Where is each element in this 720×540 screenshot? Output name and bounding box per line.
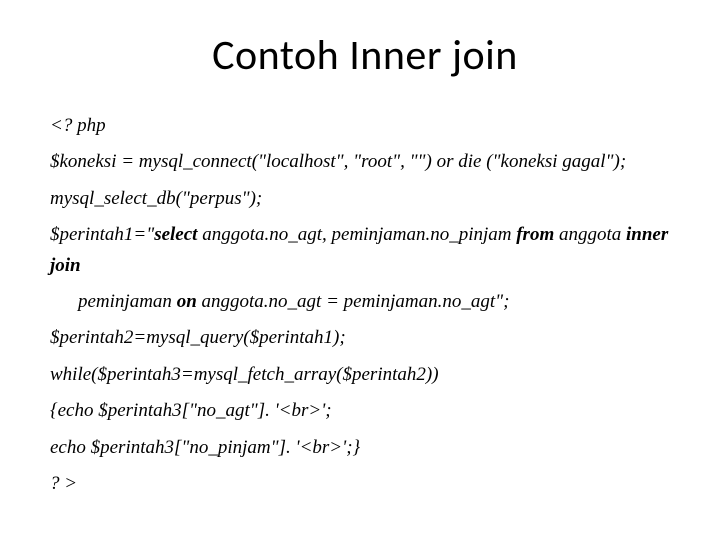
- code-text: $perintah1=": [50, 224, 154, 245]
- code-line-2: $koneksi = mysql_connect("localhost", "r…: [50, 147, 680, 177]
- code-text: peminjaman: [78, 291, 177, 312]
- code-text: anggota.no_agt, peminjaman.no_pinjam: [197, 224, 516, 245]
- code-line-4: $perintah1="select anggota.no_agt, pemin…: [50, 220, 680, 281]
- code-text: anggota.no_agt = peminjaman.no_agt";: [197, 291, 510, 312]
- slide-title: Contoh Inner join: [50, 30, 680, 81]
- code-line-10: ? >: [50, 469, 680, 499]
- code-line-6: $perintah2=mysql_query($perintah1);: [50, 323, 680, 353]
- code-line-3: mysql_select_db("perpus");: [50, 184, 680, 214]
- keyword-from: from: [516, 224, 554, 245]
- code-line-9: echo $perintah3["no_pinjam"]. '<br>';}: [50, 433, 680, 463]
- code-line-7: while($perintah3=mysql_fetch_array($peri…: [50, 360, 680, 390]
- code-line-1: <? php: [50, 111, 680, 141]
- code-text: anggota: [554, 224, 626, 245]
- keyword-select: select: [154, 224, 197, 245]
- code-line-8: {echo $perintah3["no_agt"]. '<br>';: [50, 396, 680, 426]
- code-line-5: peminjaman on anggota.no_agt = peminjama…: [50, 287, 680, 317]
- slide: Contoh Inner join <? php $koneksi = mysq…: [0, 0, 720, 540]
- keyword-on: on: [177, 291, 197, 312]
